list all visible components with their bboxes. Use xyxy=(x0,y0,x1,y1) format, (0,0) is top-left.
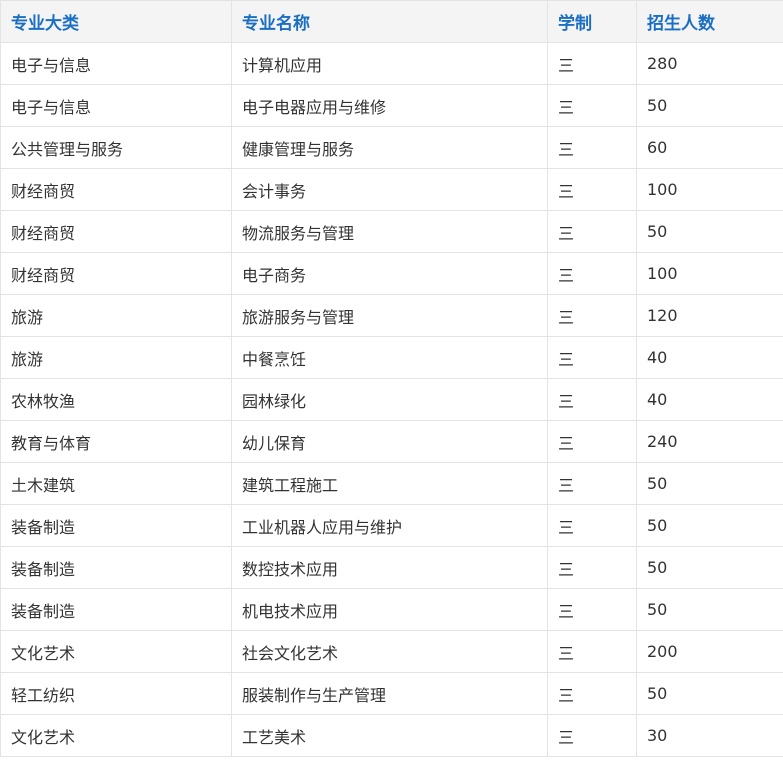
cell-category: 财经商贸 xyxy=(0,252,232,295)
table-row: 财经商贸 会计事务三 100 xyxy=(0,168,783,211)
cell-duration: 三 xyxy=(547,210,637,253)
cell-major-name: 社会文化艺术 xyxy=(231,630,548,673)
cell-enrollment-count: 40 xyxy=(636,336,783,379)
cell-duration: 三 xyxy=(547,630,637,673)
cell-major-name: 园林绿化 xyxy=(231,378,548,421)
cell-major-name: 健康管理与服务 xyxy=(231,126,548,169)
cell-category: 土木建筑 xyxy=(0,462,232,505)
cell-category: 电子与信息 xyxy=(0,84,232,127)
cell-major-name: 工艺美术 xyxy=(231,714,548,757)
cell-category: 公共管理与服务 xyxy=(0,126,232,169)
cell-enrollment-count: 60 xyxy=(636,126,783,169)
cell-duration: 三 xyxy=(547,420,637,463)
cell-category: 财经商贸 xyxy=(0,210,232,253)
cell-duration: 三 xyxy=(547,336,637,379)
table-row: 轻工纺织 服装制作与生产管理三 50 xyxy=(0,672,783,715)
cell-category: 教育与体育 xyxy=(0,420,232,463)
table-row: 土木建筑 建筑工程施工三 50 xyxy=(0,462,783,505)
cell-category: 装备制造 xyxy=(0,588,232,631)
header-duration: 学制 xyxy=(547,0,637,43)
cell-duration: 三 xyxy=(547,546,637,589)
cell-major-name: 服装制作与生产管理 xyxy=(231,672,548,715)
cell-duration: 三 xyxy=(547,672,637,715)
cell-major-name: 工业机器人应用与维护 xyxy=(231,504,548,547)
enrollment-table: 专业大类 专业名称 学制 招生人数 电子与信息 计算机应用三 280 电子与信息 电子电… xyxy=(0,0,783,757)
header-enrollment-count: 招生人数 xyxy=(636,0,783,43)
cell-enrollment-count: 50 xyxy=(636,210,783,253)
cell-major-name: 电子商务 xyxy=(231,252,548,295)
table-row: 电子与信息 计算机应用三 280 xyxy=(0,42,783,85)
table-row: 教育与体育 幼儿保育三 240 xyxy=(0,420,783,463)
header-row: 专业大类 专业名称 学制 招生人数 xyxy=(0,0,783,43)
table-row: 装备制造 工业机器人应用与维护三 50 xyxy=(0,504,783,547)
cell-category: 轻工纺织 xyxy=(0,672,232,715)
cell-duration: 三 xyxy=(547,42,637,85)
cell-duration: 三 xyxy=(547,462,637,505)
cell-enrollment-count: 200 xyxy=(636,630,783,673)
cell-enrollment-count: 240 xyxy=(636,420,783,463)
table-row: 农林牧渔 园林绿化三 40 xyxy=(0,378,783,421)
table-row: 财经商贸 物流服务与管理三 50 xyxy=(0,210,783,253)
cell-major-name: 会计事务 xyxy=(231,168,548,211)
table-row: 旅游 中餐烹饪三 40 xyxy=(0,336,783,379)
table-header: 专业大类 专业名称 学制 招生人数 xyxy=(0,0,783,43)
cell-major-name: 建筑工程施工 xyxy=(231,462,548,505)
cell-duration: 三 xyxy=(547,168,637,211)
cell-enrollment-count: 40 xyxy=(636,378,783,421)
cell-enrollment-count: 50 xyxy=(636,546,783,589)
cell-major-name: 物流服务与管理 xyxy=(231,210,548,253)
cell-major-name: 旅游服务与管理 xyxy=(231,294,548,337)
table-row: 文化艺术 工艺美术三 30 xyxy=(0,714,783,757)
cell-enrollment-count: 50 xyxy=(636,462,783,505)
cell-enrollment-count: 120 xyxy=(636,294,783,337)
cell-major-name: 数控技术应用 xyxy=(231,546,548,589)
table-row: 文化艺术 社会文化艺术三 200 xyxy=(0,630,783,673)
cell-category: 财经商贸 xyxy=(0,168,232,211)
cell-enrollment-count: 100 xyxy=(636,252,783,295)
table-row: 装备制造 机电技术应用三 50 xyxy=(0,588,783,631)
header-category: 专业大类 xyxy=(0,0,232,43)
cell-category: 装备制造 xyxy=(0,546,232,589)
cell-enrollment-count: 50 xyxy=(636,588,783,631)
cell-enrollment-count: 50 xyxy=(636,504,783,547)
cell-category: 文化艺术 xyxy=(0,630,232,673)
table-body: 电子与信息 计算机应用三 280 电子与信息 电子电器应用与维修三 50 公共管理与服务 健康… xyxy=(0,42,783,757)
cell-duration: 三 xyxy=(547,84,637,127)
cell-major-name: 幼儿保育 xyxy=(231,420,548,463)
cell-category: 旅游 xyxy=(0,336,232,379)
table-row: 公共管理与服务 健康管理与服务三 60 xyxy=(0,126,783,169)
cell-category: 电子与信息 xyxy=(0,42,232,85)
cell-major-name: 电子电器应用与维修 xyxy=(231,84,548,127)
table-row: 旅游 旅游服务与管理三 120 xyxy=(0,294,783,337)
cell-enrollment-count: 100 xyxy=(636,168,783,211)
cell-category: 农林牧渔 xyxy=(0,378,232,421)
cell-duration: 三 xyxy=(547,714,637,757)
cell-major-name: 机电技术应用 xyxy=(231,588,548,631)
cell-duration: 三 xyxy=(547,126,637,169)
cell-enrollment-count: 280 xyxy=(636,42,783,85)
table-row: 装备制造 数控技术应用三 50 xyxy=(0,546,783,589)
header-major-name: 专业名称 xyxy=(231,0,548,43)
cell-duration: 三 xyxy=(547,252,637,295)
cell-category: 旅游 xyxy=(0,294,232,337)
cell-category: 装备制造 xyxy=(0,504,232,547)
cell-enrollment-count: 30 xyxy=(636,714,783,757)
cell-enrollment-count: 50 xyxy=(636,84,783,127)
cell-duration: 三 xyxy=(547,378,637,421)
cell-enrollment-count: 50 xyxy=(636,672,783,715)
table-row: 电子与信息 电子电器应用与维修三 50 xyxy=(0,84,783,127)
table-row: 财经商贸 电子商务三 100 xyxy=(0,252,783,295)
cell-major-name: 计算机应用 xyxy=(231,42,548,85)
cell-duration: 三 xyxy=(547,294,637,337)
cell-major-name: 中餐烹饪 xyxy=(231,336,548,379)
cell-category: 文化艺术 xyxy=(0,714,232,757)
cell-duration: 三 xyxy=(547,588,637,631)
cell-duration: 三 xyxy=(547,504,637,547)
